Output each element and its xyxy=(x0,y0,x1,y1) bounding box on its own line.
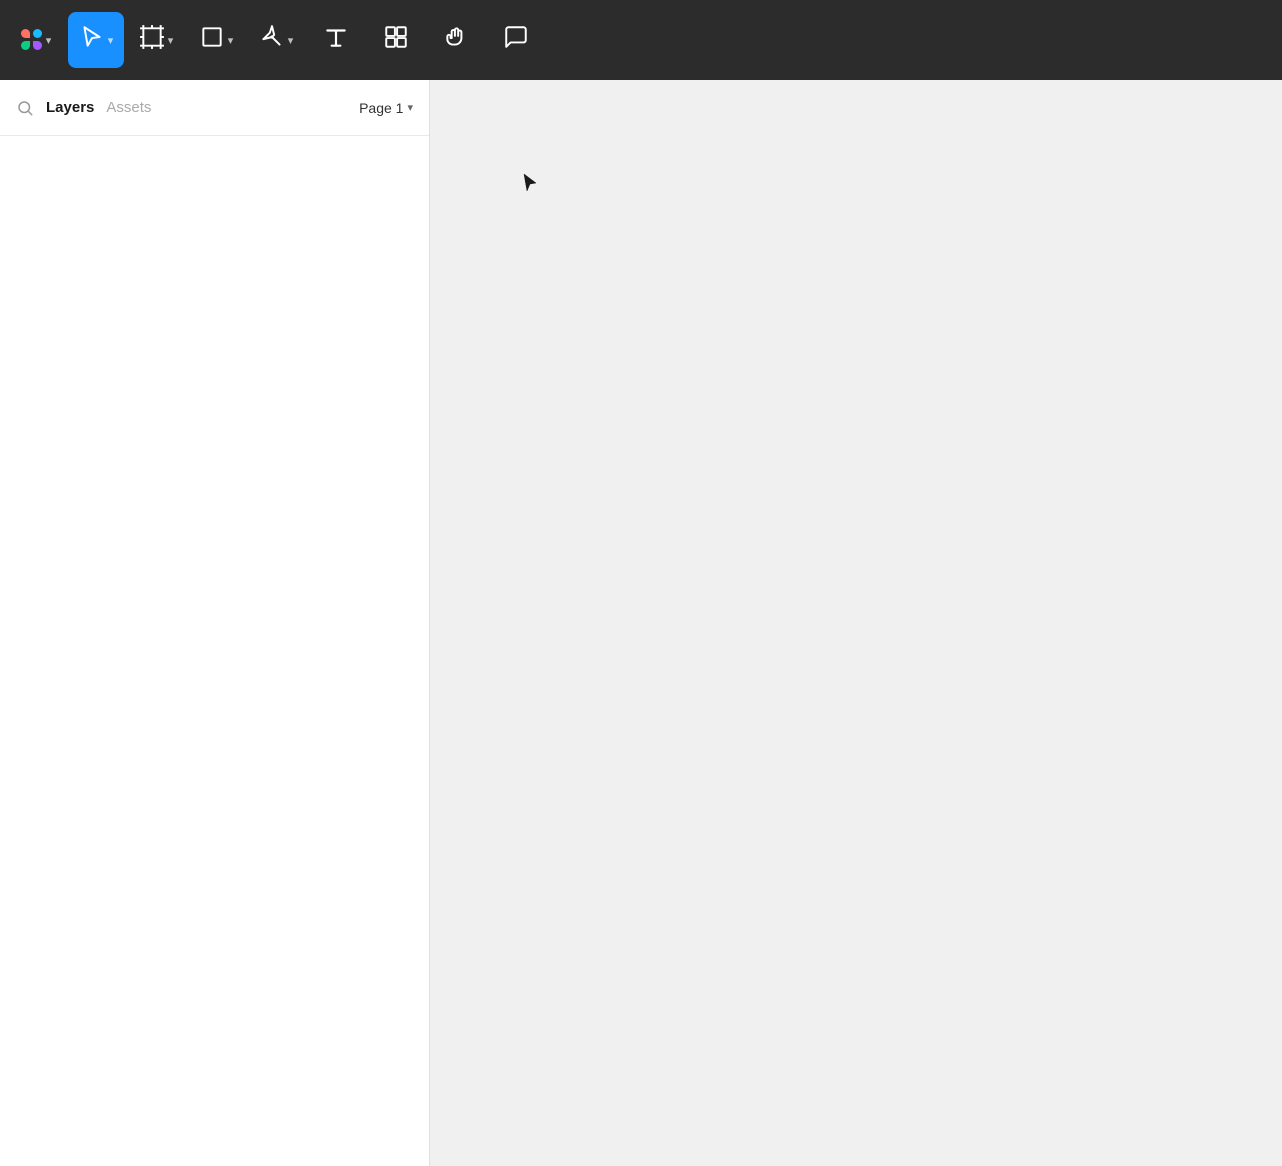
select-icon xyxy=(79,24,105,56)
pen-tool-button[interactable]: ▾ xyxy=(248,12,304,68)
left-panel: Layers Assets Page 1 ▾ xyxy=(0,80,430,1166)
comment-icon xyxy=(503,24,529,56)
page-selector[interactable]: Page 1 ▾ xyxy=(359,100,413,116)
hand-icon xyxy=(443,24,469,56)
page-selector-chevron-icon: ▾ xyxy=(407,101,413,114)
tab-layers[interactable]: Layers xyxy=(46,95,94,120)
tab-assets[interactable]: Assets xyxy=(106,95,151,120)
main-layout: Layers Assets Page 1 ▾ xyxy=(0,80,1282,1166)
hand-tool-button[interactable] xyxy=(428,12,484,68)
components-icon xyxy=(383,24,409,56)
frame-icon xyxy=(139,24,165,56)
frame-chevron-icon: ▾ xyxy=(168,34,174,47)
panel-header: Layers Assets Page 1 ▾ xyxy=(0,80,429,136)
logo-icon xyxy=(21,29,43,51)
logo-button[interactable]: ▾ xyxy=(8,12,64,68)
text-icon xyxy=(323,24,349,56)
select-tool-button[interactable]: ▾ xyxy=(68,12,124,68)
pen-icon xyxy=(259,24,285,56)
select-chevron-icon: ▾ xyxy=(108,34,114,47)
shape-chevron-icon: ▾ xyxy=(228,34,234,47)
pen-chevron-icon: ▾ xyxy=(288,34,294,47)
logo-chevron-icon: ▾ xyxy=(46,34,52,47)
frame-tool-button[interactable]: ▾ xyxy=(128,12,184,68)
shape-icon xyxy=(199,24,225,56)
comment-tool-button[interactable] xyxy=(488,12,544,68)
page-selector-label: Page 1 xyxy=(359,100,403,116)
layers-panel-content xyxy=(0,136,429,1166)
shape-tool-button[interactable]: ▾ xyxy=(188,12,244,68)
toolbar: ▾ ▾ xyxy=(0,0,1282,80)
canvas-area[interactable] xyxy=(430,80,1282,1166)
text-tool-button[interactable] xyxy=(308,12,364,68)
components-tool-button[interactable] xyxy=(368,12,424,68)
search-button[interactable] xyxy=(16,99,34,117)
cursor-indicator xyxy=(520,172,540,196)
